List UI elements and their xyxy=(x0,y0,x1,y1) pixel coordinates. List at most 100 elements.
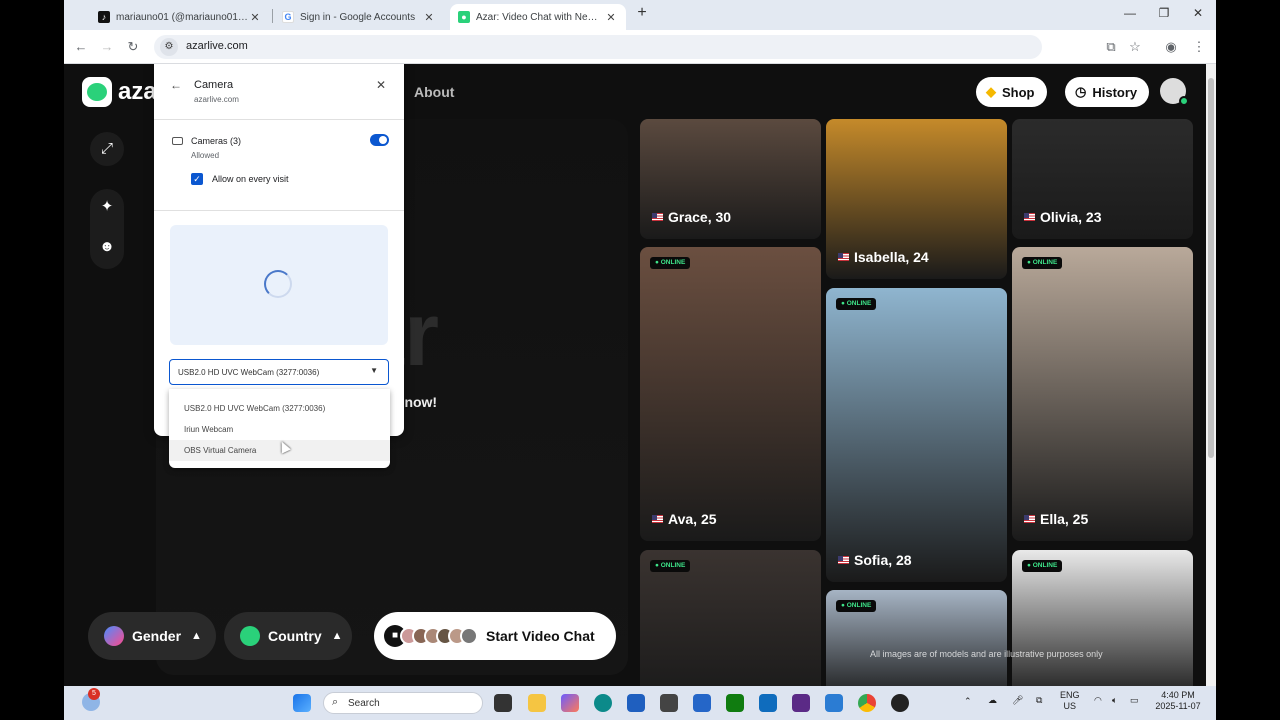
close-window-icon[interactable]: ✕ xyxy=(1186,6,1210,24)
cast-icon[interactable]: ⧉ xyxy=(1102,38,1120,56)
app-icon[interactable] xyxy=(693,694,711,712)
page-content: aza About ◆ Shop ◷ History ar g now! ⤢ ✦… xyxy=(64,64,1206,686)
xbox-icon[interactable] xyxy=(726,694,744,712)
close-tab-icon[interactable]: ✕ xyxy=(248,11,262,24)
maximize-icon[interactable]: ❐ xyxy=(1152,6,1176,24)
obs-icon[interactable] xyxy=(891,694,909,712)
azar-icon: ● xyxy=(458,11,470,23)
expand-icon[interactable]: ⤢ xyxy=(90,132,124,166)
minimize-icon[interactable]: — xyxy=(1118,6,1142,24)
globe-icon xyxy=(240,626,260,646)
camera-option[interactable]: Iriun Webcam xyxy=(169,419,390,440)
loading-spinner-icon xyxy=(264,270,292,298)
chevron-up-icon: ▲ xyxy=(331,630,343,642)
us-flag-icon xyxy=(838,253,849,261)
outlook-icon[interactable] xyxy=(759,694,777,712)
profile-name-text: Grace, 30 xyxy=(668,209,732,225)
close-tab-icon[interactable]: ✕ xyxy=(604,11,618,24)
region-text: US xyxy=(1063,701,1077,711)
windows-start-icon[interactable] xyxy=(293,694,311,712)
tab-azar[interactable]: ● Azar: Video Chat with New Peo ✕ xyxy=(450,4,626,30)
us-flag-icon xyxy=(652,515,663,523)
scroll-thumb[interactable] xyxy=(1208,78,1214,458)
taskbar-search[interactable]: ⌕ Search xyxy=(323,692,483,714)
clock-icon: ◷ xyxy=(1075,84,1087,99)
profile-card[interactable]: ● ONLINE xyxy=(1012,550,1193,686)
online-badge: ● ONLINE xyxy=(1022,560,1063,572)
edge-icon[interactable] xyxy=(594,694,612,712)
profile-card[interactable]: Isabella, 24 xyxy=(826,119,1007,279)
camera-options-list: USB2.0 HD UVC WebCam (3277:0036) Iriun W… xyxy=(169,389,390,468)
clock[interactable]: 4:40 PM 2025-11-07 xyxy=(1150,690,1206,712)
app-icon[interactable] xyxy=(660,694,678,712)
nav-about[interactable]: About xyxy=(414,84,454,100)
us-flag-icon xyxy=(1024,213,1035,221)
address-bar[interactable]: ⚙ azarlive.com xyxy=(154,35,1042,59)
country-label: Country xyxy=(268,628,322,644)
cameras-label: Cameras (3) xyxy=(191,136,242,146)
chevron-up-icon: ▲ xyxy=(191,630,202,642)
store-icon[interactable] xyxy=(627,694,645,712)
app-icon[interactable] xyxy=(792,694,810,712)
language-indicator[interactable]: ENG US xyxy=(1060,690,1080,712)
microphone-icon[interactable]: 🎤︎ xyxy=(1012,695,1023,706)
profile-name-text: Isabella, 24 xyxy=(854,249,929,265)
wifi-icon[interactable]: ◠ xyxy=(1094,695,1102,706)
allow-checkbox[interactable]: ✓ xyxy=(191,173,203,185)
shop-button[interactable]: ◆ Shop xyxy=(976,77,1047,107)
country-button[interactable]: Country ▲ xyxy=(224,612,352,660)
close-icon[interactable]: ✕ xyxy=(376,78,386,92)
history-button[interactable]: ◷ History xyxy=(1065,77,1150,107)
us-flag-icon xyxy=(652,213,663,221)
tab-tiktok[interactable]: ♪ mariauno01 (@mariauno01) | T ✕ xyxy=(90,4,270,30)
file-explorer-icon[interactable] xyxy=(528,694,546,712)
profile-card[interactable]: Olivia, 23 xyxy=(1012,119,1193,239)
task-view-icon[interactable] xyxy=(494,694,512,712)
gender-button[interactable]: Gender ▲ xyxy=(88,612,216,660)
popup-title: Camera xyxy=(194,79,234,91)
profile-card[interactable]: ● ONLINE xyxy=(826,590,1007,686)
chrome-icon[interactable] xyxy=(858,694,876,712)
volume-icon[interactable]: 🔈︎ xyxy=(1112,695,1117,706)
start-video-chat-button[interactable]: ■ Start Video Chat xyxy=(374,612,616,660)
new-tab-button[interactable]: + xyxy=(630,4,654,22)
profile-card[interactable]: ● ONLINE Ella, 25 xyxy=(1012,247,1193,541)
camera-toggle[interactable] xyxy=(370,134,389,146)
online-badge: ● ONLINE xyxy=(1022,257,1063,269)
chevron-up-icon[interactable]: ⌃ xyxy=(964,696,972,707)
azar-logo[interactable] xyxy=(82,77,112,107)
battery-icon[interactable]: ▭ xyxy=(1130,695,1139,706)
face-filter-icon[interactable]: ☻ xyxy=(90,230,124,264)
lang-text: ENG xyxy=(1060,690,1080,700)
profile-card[interactable]: ● ONLINE xyxy=(640,550,821,686)
profile-icon[interactable]: ◉ xyxy=(1162,38,1180,56)
profile-card[interactable]: ● ONLINE Sofia, 28 xyxy=(826,288,1007,582)
bookmark-star-icon[interactable]: ☆ xyxy=(1126,38,1144,56)
page-scrollbar[interactable] xyxy=(1206,64,1216,686)
menu-kebab-icon[interactable]: ⋮ xyxy=(1190,38,1208,56)
tab-google[interactable]: G Sign in - Google Accounts ✕ xyxy=(274,4,444,30)
sparkle-icon[interactable]: ✦ xyxy=(90,190,124,224)
profile-card[interactable]: Grace, 30 xyxy=(640,119,821,239)
online-badge: ● ONLINE xyxy=(650,560,691,572)
camera-select[interactable]: USB2.0 HD UVC WebCam (3277:0036) ▼ xyxy=(169,359,389,385)
reload-icon[interactable]: ↻ xyxy=(124,38,142,56)
brand-text: aza xyxy=(118,78,157,105)
cloud-icon[interactable]: ☁ xyxy=(988,695,997,706)
tab-title: Sign in - Google Accounts xyxy=(300,11,416,23)
avatar[interactable] xyxy=(1160,78,1189,106)
notepad-icon[interactable] xyxy=(825,694,843,712)
back-arrow-icon[interactable]: ← xyxy=(72,38,90,56)
profile-card[interactable]: ● ONLINE Ava, 25 xyxy=(640,247,821,541)
time-text: 4:40 PM xyxy=(1161,690,1195,700)
copilot-icon[interactable] xyxy=(561,694,579,712)
forward-arrow-icon[interactable]: → xyxy=(98,38,116,56)
back-arrow-icon[interactable]: ← xyxy=(170,78,182,92)
gender-icon xyxy=(104,626,124,646)
device-icon[interactable]: ⧉ xyxy=(1036,695,1042,706)
close-tab-icon[interactable]: ✕ xyxy=(422,11,436,24)
camera-option[interactable]: USB2.0 HD UVC WebCam (3277:0036) xyxy=(169,398,390,419)
tab-title: Azar: Video Chat with New Peo xyxy=(476,11,604,23)
selected-camera: USB2.0 HD UVC WebCam (3277:0036) xyxy=(178,368,320,377)
site-info-icon[interactable]: ⚙ xyxy=(160,38,178,56)
